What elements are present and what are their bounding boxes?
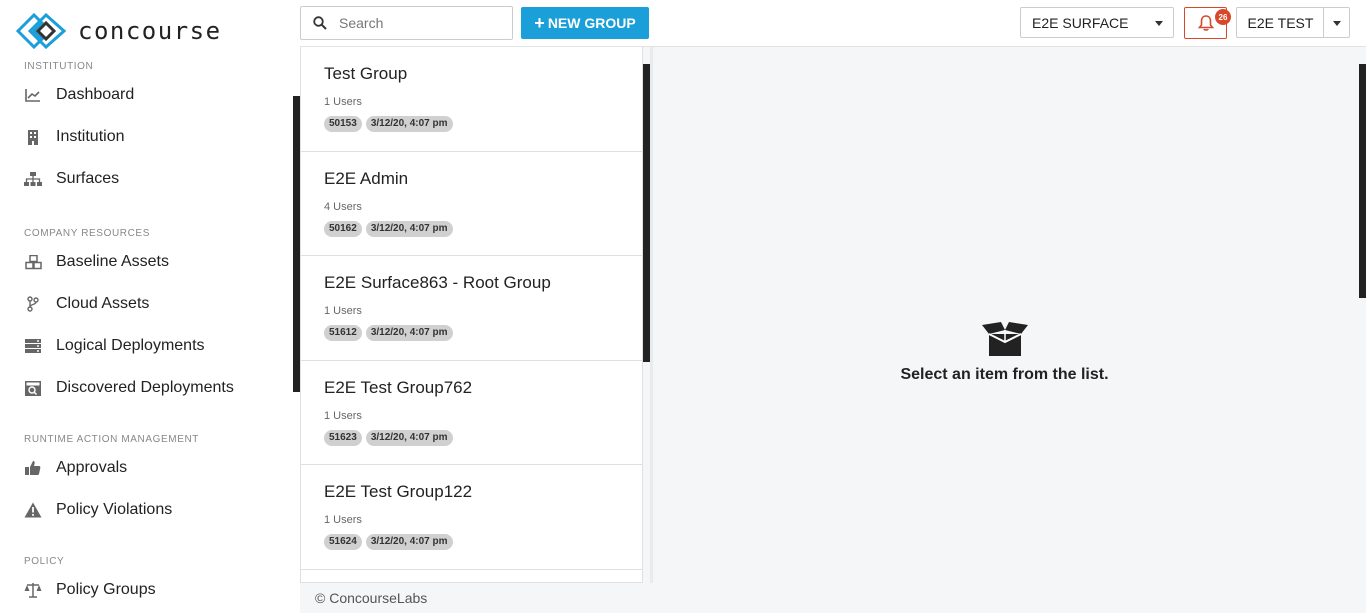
group-user-count: 1 Users bbox=[324, 305, 362, 317]
group-date-badge: 3/12/20, 4:07 pm bbox=[365, 534, 453, 550]
sidebar-item-label: Logical Deployments bbox=[56, 337, 205, 354]
list-item[interactable]: E2E Surface863 - Root Group 1 Users 5161… bbox=[301, 256, 642, 361]
sidebar-item-label: Institution bbox=[56, 128, 125, 145]
section-title-policy: POLICY bbox=[24, 556, 65, 567]
cubes-icon bbox=[24, 253, 42, 271]
notification-count-badge: 26 bbox=[1215, 9, 1231, 25]
surface-select-value: E2E SURFACE bbox=[1032, 14, 1129, 31]
group-name: Test Group bbox=[324, 64, 408, 83]
top-bar: + NEW GROUP E2E SURFACE 26 E2E TEST bbox=[300, 0, 1366, 47]
search-input[interactable] bbox=[339, 8, 499, 38]
sidebar-item-baseline-assets[interactable]: Baseline Assets bbox=[0, 241, 300, 283]
search-server-icon bbox=[24, 379, 42, 397]
section-title-company-resources: COMPANY RESOURCES bbox=[24, 228, 150, 239]
page-scrollbar[interactable] bbox=[1359, 64, 1366, 298]
group-name: E2E Admin bbox=[324, 168, 409, 188]
group-name: E2E Test Group122 bbox=[324, 482, 473, 501]
building-icon bbox=[24, 128, 42, 146]
section-title-runtime-action-management: RUNTIME ACTION MANAGEMENT bbox=[24, 434, 200, 445]
group-id-badge: 50162 bbox=[324, 220, 362, 237]
list-scroll-track bbox=[650, 47, 653, 583]
group-tags: 51623 3/12/20, 4:07 pm bbox=[324, 429, 642, 446]
user-name: E2E TEST bbox=[1247, 14, 1314, 31]
footer-copyright: © ConcourseLabs bbox=[315, 590, 428, 606]
sidebar-item-surfaces[interactable]: Surfaces bbox=[0, 158, 300, 200]
search-box[interactable] bbox=[300, 6, 513, 40]
bell-icon bbox=[1197, 15, 1214, 31]
warning-icon bbox=[24, 501, 42, 519]
concourse-logo-icon bbox=[16, 13, 66, 49]
group-user-count: 4 Users bbox=[324, 200, 362, 213]
sidebar-scrollbar[interactable] bbox=[293, 96, 300, 392]
sidebar-item-discovered-deployments[interactable]: Discovered Deployments bbox=[0, 367, 300, 409]
plus-icon: + bbox=[534, 12, 545, 33]
group-name: E2E Surface863 - Root Group bbox=[324, 273, 551, 292]
sidebar-item-label: Baseline Assets bbox=[56, 253, 169, 270]
sidebar-item-policy-violations[interactable]: Policy Violations bbox=[0, 489, 300, 531]
sitemap-icon bbox=[24, 170, 42, 188]
group-date-badge: 3/12/20, 4:07 pm bbox=[365, 429, 453, 446]
sidebar-item-label: Discovered Deployments bbox=[56, 379, 234, 396]
group-user-count: 1 Users bbox=[324, 514, 362, 526]
brand-name: concourse bbox=[78, 17, 222, 45]
user-menu-toggle[interactable] bbox=[1323, 7, 1350, 38]
chevron-down-icon bbox=[1333, 21, 1341, 26]
brand-logo[interactable]: concourse bbox=[16, 12, 222, 50]
sidebar-item-logical-deployments[interactable]: Logical Deployments bbox=[0, 325, 300, 367]
new-group-label: NEW GROUP bbox=[547, 15, 636, 31]
thumbs-up-icon bbox=[24, 459, 42, 477]
list-item[interactable]: E2E Admin 4 Users 50162 3/12/20, 4:07 pm bbox=[301, 152, 642, 256]
group-id-badge: 51612 bbox=[324, 325, 362, 341]
group-user-count: 1 Users bbox=[324, 409, 362, 422]
sidebar-item-label: Policy Violations bbox=[56, 501, 173, 518]
section-title-institution: INSTITUTION bbox=[24, 61, 94, 72]
group-tags: 51624 3/12/20, 4:07 pm bbox=[324, 534, 642, 550]
footer: © ConcourseLabs bbox=[300, 583, 1366, 613]
list-item[interactable]: E2E Test Group762 1 Users 51623 3/12/20,… bbox=[301, 361, 642, 465]
new-group-button[interactable]: + NEW GROUP bbox=[521, 7, 649, 39]
group-list: Test Group 1 Users 50153 3/12/20, 4:07 p… bbox=[300, 47, 643, 583]
code-branch-icon bbox=[24, 295, 42, 313]
sidebar-item-label: Dashboard bbox=[56, 86, 135, 103]
group-id-badge: 51623 bbox=[324, 429, 362, 446]
group-date-badge: 3/12/20, 4:07 pm bbox=[365, 325, 453, 341]
server-icon bbox=[24, 337, 42, 355]
sidebar-item-label: Surfaces bbox=[56, 170, 120, 187]
group-name: E2E Test Group762 bbox=[324, 377, 473, 397]
sidebar-item-label: Policy Groups bbox=[56, 581, 156, 598]
group-user-count: 1 Users bbox=[324, 96, 362, 108]
list-item[interactable]: E2E Test Group122 1 Users 51624 3/12/20,… bbox=[301, 465, 642, 570]
sidebar-item-approvals[interactable]: Approvals bbox=[0, 447, 300, 489]
search-icon bbox=[301, 16, 339, 30]
group-id-badge: 50153 bbox=[324, 116, 362, 132]
notifications-button[interactable]: 26 bbox=[1184, 7, 1231, 39]
sidebar-item-dashboard[interactable]: Dashboard bbox=[0, 74, 300, 116]
chevron-down-icon bbox=[1155, 21, 1163, 26]
user-menu-button[interactable]: E2E TEST bbox=[1236, 7, 1324, 38]
sidebar-item-cloud-assets[interactable]: Cloud Assets bbox=[0, 283, 300, 325]
sidebar-item-label: Cloud Assets bbox=[56, 295, 150, 312]
list-item[interactable]: Test Group 1 Users 50153 3/12/20, 4:07 p… bbox=[301, 47, 642, 152]
group-id-badge: 51624 bbox=[324, 534, 362, 550]
sidebar: concourse INSTITUTION Dashboard Institut… bbox=[0, 0, 300, 613]
balance-scale-icon bbox=[24, 581, 42, 599]
group-tags: 51612 3/12/20, 4:07 pm bbox=[324, 325, 642, 341]
group-date-badge: 3/12/20, 4:07 pm bbox=[365, 220, 453, 237]
sidebar-item-label: Approvals bbox=[56, 459, 128, 476]
open-box-icon bbox=[979, 320, 1031, 363]
sidebar-item-policy-groups[interactable]: Policy Groups bbox=[0, 569, 300, 611]
surface-select[interactable]: E2E SURFACE bbox=[1020, 7, 1174, 38]
chart-line-icon bbox=[24, 86, 42, 104]
group-tags: 50162 3/12/20, 4:07 pm bbox=[324, 220, 642, 237]
sidebar-nav: INSTITUTION Dashboard Institution Surfac… bbox=[0, 60, 300, 611]
sidebar-item-institution[interactable]: Institution bbox=[0, 116, 300, 158]
list-scrollbar[interactable] bbox=[643, 64, 650, 362]
group-date-badge: 3/12/20, 4:07 pm bbox=[365, 116, 453, 132]
group-tags: 50153 3/12/20, 4:07 pm bbox=[324, 116, 642, 132]
empty-state-message: Select an item from the list. bbox=[900, 366, 1109, 383]
detail-empty-state: Select an item from the list. bbox=[653, 320, 1356, 384]
